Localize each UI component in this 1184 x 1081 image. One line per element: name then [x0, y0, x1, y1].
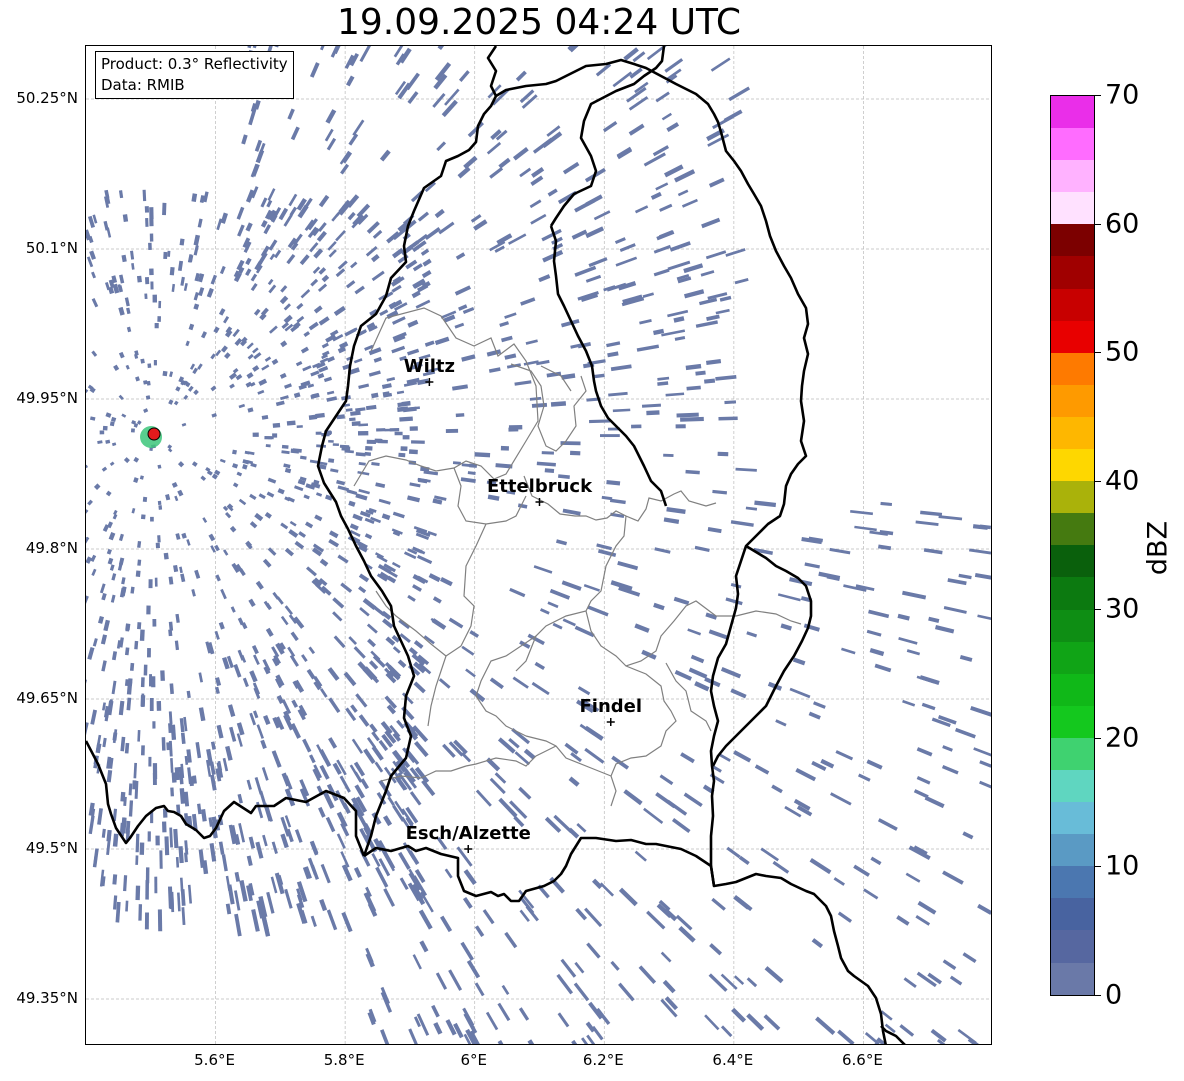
colorbar-tick-label: 50: [1105, 336, 1140, 368]
colorbar-bin: [1051, 513, 1094, 546]
map-canvas[interactable]: Wiltz Ettelbruck Findel Esch/Alzette: [86, 46, 992, 1045]
lon-tick-label: 6.2°E: [582, 1051, 624, 1069]
colorbar-bin: [1051, 481, 1094, 514]
product-label: Product: 0.3° Reflectivity: [101, 55, 288, 73]
colorbar-bin: [1051, 384, 1094, 417]
colorbar-bin: [1051, 545, 1094, 578]
colorbar-bin: [1051, 224, 1094, 257]
city-label: Wiltz: [404, 356, 455, 377]
colorbar-bin: [1051, 962, 1094, 995]
colorbar-bin: [1051, 96, 1094, 129]
lon-tick-label: 6°E: [460, 1051, 487, 1069]
colorbar-tick-mark: [1095, 480, 1101, 482]
colorbar-bin: [1051, 160, 1094, 193]
lat-tick-label: 49.8°N: [25, 539, 78, 557]
radar-site-icon[interactable]: [147, 427, 161, 441]
lat-tick-label: 49.65°N: [16, 689, 78, 707]
colorbar-tick-label: 60: [1105, 208, 1140, 240]
colorbar-bin: [1051, 705, 1094, 738]
lon-tick-label: 5.8°E: [323, 1051, 365, 1069]
colorbar-bin: [1051, 866, 1094, 899]
colorbar-bin: [1051, 256, 1094, 289]
colorbar-tick-mark: [1095, 352, 1101, 354]
city-cross-icon: [535, 498, 544, 506]
graticule: [86, 46, 991, 1044]
colorbar-bin: [1051, 673, 1094, 706]
colorbar-bin: [1051, 128, 1094, 161]
colorbar-bin: [1051, 192, 1094, 225]
city-cross-icon: [606, 718, 615, 726]
product-info-box: Product: 0.3° Reflectivity Data: RMIB: [95, 51, 294, 99]
lat-tick-label: 50.1°N: [25, 239, 78, 257]
colorbar-bin: [1051, 288, 1094, 321]
country-borders: [86, 46, 906, 1044]
colorbar-bin: [1051, 320, 1094, 353]
colorbar-tick-label: 30: [1105, 593, 1140, 625]
lat-tick-label: 49.5°N: [25, 839, 78, 857]
colorbar-bin: [1051, 898, 1094, 931]
colorbar-bin: [1051, 577, 1094, 610]
colorbar-tick-mark: [1095, 737, 1101, 739]
colorbar-tick-mark: [1095, 995, 1101, 996]
data-source-label: Data: RMIB: [101, 76, 185, 94]
colorbar-tick-mark: [1095, 866, 1101, 868]
lon-tick-label: 5.6°E: [194, 1051, 235, 1069]
colorbar-bin: [1051, 416, 1094, 450]
colorbar-label: dBZ: [1142, 520, 1174, 576]
radar-site-marker: [140, 426, 163, 448]
colorbar-tick-label: 70: [1105, 79, 1140, 111]
map-title: 19.09.2025 04:24 UTC: [336, 2, 742, 43]
colorbar-tick-mark: [1095, 609, 1101, 611]
city-marker[interactable]: Ettelbruck: [487, 476, 593, 506]
colorbar-bin: [1051, 834, 1094, 867]
lat-tick-label: 50.25°N: [16, 89, 78, 107]
colorbar-bin: [1051, 352, 1094, 385]
lat-tick-label: 49.35°N: [16, 989, 78, 1007]
city-label: Ettelbruck: [487, 476, 593, 497]
colorbar-tick-label: 40: [1105, 465, 1140, 497]
colorbar-tick-mark: [1095, 223, 1101, 225]
colorbar-tick-label: 10: [1105, 850, 1140, 882]
colorbar-tick-mark: [1095, 95, 1101, 96]
colorbar-bin: [1051, 449, 1094, 482]
colorbar-bin: [1051, 930, 1094, 963]
colorbar-bin: [1051, 641, 1094, 674]
colorbar-bin: [1051, 769, 1094, 803]
lat-tick-label: 49.95°N: [16, 389, 78, 407]
colorbar: [1050, 95, 1095, 996]
colorbar-bin: [1051, 737, 1094, 770]
lon-tick-label: 6.4°E: [712, 1051, 754, 1069]
city-cross-icon: [464, 845, 473, 853]
colorbar-tick-label: 20: [1105, 722, 1140, 754]
city-marker[interactable]: Findel: [579, 696, 642, 726]
lon-tick-label: 6.6°E: [842, 1051, 883, 1069]
city-label: Findel: [579, 696, 642, 717]
city-markers: Wiltz Ettelbruck Findel Esch/Alzette: [404, 356, 642, 853]
reflectivity-echoes: [86, 46, 991, 1044]
colorbar-bin: [1051, 802, 1094, 835]
city-label: Esch/Alzette: [406, 823, 531, 844]
radar-map[interactable]: Wiltz Ettelbruck Findel Esch/Alzette: [85, 45, 992, 1045]
colorbar-tick-label: 0: [1105, 979, 1123, 1011]
colorbar-bin: [1051, 609, 1094, 642]
